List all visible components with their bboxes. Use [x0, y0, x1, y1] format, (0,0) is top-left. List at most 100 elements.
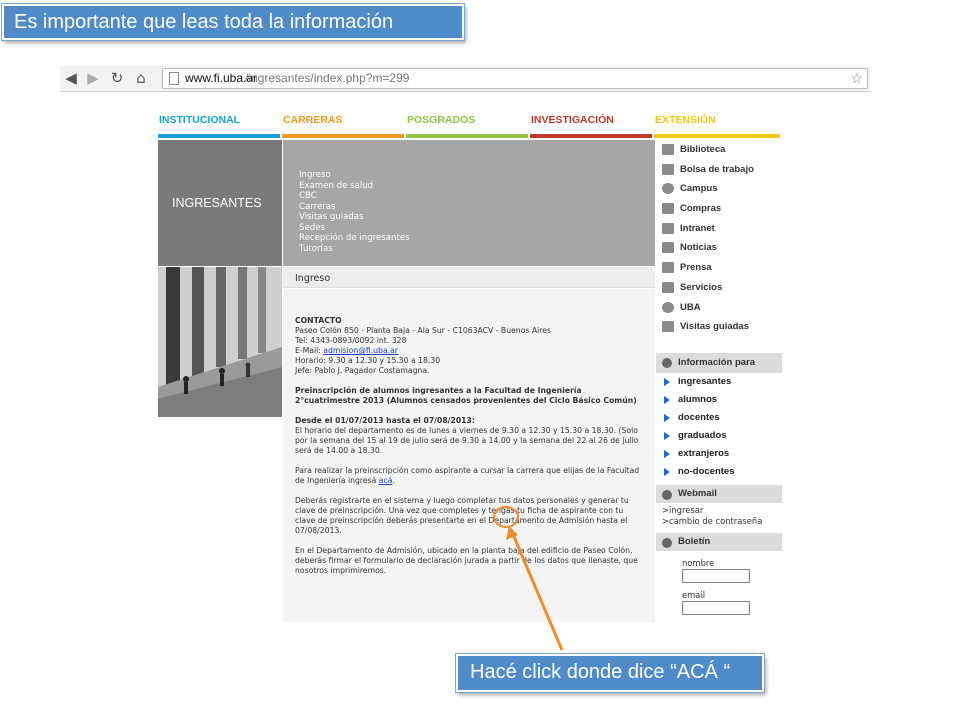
email-link[interactable]: admision@fi.uba.ar: [323, 346, 398, 355]
nav-bar: [158, 134, 280, 138]
right-sidebar: Biblioteca Bolsa de trabajo Campus Compr…: [656, 140, 782, 615]
news-icon: [662, 242, 674, 254]
nav-investigacion[interactable]: INVESTIGACIÓN: [530, 114, 652, 138]
nav-label: INSTITUCIONAL: [159, 114, 241, 126]
instruction-text: Hacé click donde dice “ACÁ “: [470, 661, 731, 683]
submenu-item[interactable]: Tutorías: [299, 244, 410, 255]
nav-institucional[interactable]: INSTITUCIONAL: [158, 114, 280, 138]
sidebar-link-servicios[interactable]: Servicios: [656, 278, 782, 298]
nombre-input[interactable]: [682, 568, 750, 583]
contacto-address: Paseo Colón 850 - Planta Baja - Ala Sur …: [295, 326, 551, 335]
submenu-item[interactable]: Recepción de ingresantes: [299, 233, 410, 244]
sidebar-link-label: Servicios: [680, 281, 723, 293]
bag-icon: [662, 203, 674, 215]
home-icon[interactable]: ⌂: [132, 69, 150, 87]
submenu-item[interactable]: Sedes: [299, 223, 410, 234]
webmail-title: Webmail: [678, 487, 717, 499]
arrow-right-icon: [664, 449, 670, 458]
info-link-ingresantes[interactable]: ingresantes: [656, 373, 782, 391]
info-title: Información para: [678, 356, 756, 368]
boletin-header: Boletín: [656, 532, 782, 551]
forward-icon[interactable]: ▶: [84, 69, 102, 87]
nav-label: POSGRADOS: [407, 114, 476, 126]
folder-icon: [662, 163, 674, 175]
nav-label: INVESTIGACIÓN: [531, 114, 614, 126]
sidebar-link-label: Noticias: [680, 242, 717, 254]
nav-extension[interactable]: EXTENSIÓN: [654, 114, 780, 138]
sidebar-link-label: Biblioteca: [680, 144, 726, 155]
books-icon: [662, 144, 674, 155]
registration-text: Deberás registrarte en el sistema y lueg…: [295, 496, 629, 535]
sidebar-link-biblioteca[interactable]: Biblioteca: [656, 140, 782, 160]
content-text: CONTACTO Paseo Colón 850 - Planta Baja -…: [295, 316, 640, 575]
refresh-icon: [662, 183, 674, 195]
info-link-extranjeros[interactable]: extranjeros: [656, 445, 782, 463]
sidebar-link-campus[interactable]: Campus: [656, 179, 782, 199]
nav-carreras[interactable]: CARRERAS: [282, 114, 404, 138]
contacto-head: Jefe: Pablo J. Pagador Costamagna.: [295, 366, 430, 375]
mail-icon: [662, 489, 672, 500]
sidebar-link-label: Bolsa de trabajo: [680, 163, 754, 175]
webmail-login-link[interactable]: >ingresar: [656, 505, 782, 516]
sidebar-link-compras[interactable]: Compras: [656, 199, 782, 219]
globe-icon: [662, 301, 674, 313]
submenu-item[interactable]: Carreras: [299, 202, 410, 213]
info-link-label: ingresantes: [678, 375, 732, 387]
email-label: E-Mail:: [295, 346, 324, 355]
submenu-item[interactable]: Visitas guiadas: [299, 212, 410, 223]
sidebar-link-label: Compras: [680, 203, 722, 215]
content-title: Ingreso: [283, 267, 655, 288]
webmail-password-link[interactable]: >cambio de contraseña: [656, 516, 782, 527]
arrow-right-icon: [664, 413, 670, 422]
reload-icon[interactable]: ↻: [108, 69, 126, 87]
star-icon[interactable]: ☆: [850, 69, 863, 88]
info-link-alumnos[interactable]: alumnos: [656, 391, 782, 409]
submenu-panel: Ingreso Examen de salud CBC Carreras Vis…: [283, 140, 655, 266]
section-banner: INGRESANTES: [158, 140, 282, 266]
arrow-right-icon: [664, 377, 670, 386]
sidebar-link-label: UBA: [680, 301, 701, 313]
address-bar[interactable]: www.fi.uba.ar /ingresantes/index.php?m=2…: [162, 68, 868, 89]
lock-icon: [662, 222, 674, 234]
building-photo: [158, 267, 282, 417]
info-link-no-docentes[interactable]: no-docentes: [656, 463, 782, 481]
submenu-item[interactable]: Examen de salud: [299, 181, 410, 192]
contacto-hours: Horario: 9.30 a 12.30 y 15.30 a 18.30: [295, 356, 441, 365]
sidebar-link-visitas[interactable]: Visitas guiadas: [656, 317, 782, 337]
info-link-label: alumnos: [678, 393, 718, 405]
wrench-icon: [662, 281, 674, 293]
nombre-label: nombre: [682, 557, 715, 568]
sidebar-link-noticias[interactable]: Noticias: [656, 238, 782, 258]
info-link-label: docentes: [678, 411, 720, 423]
info-header: Información para: [656, 352, 782, 373]
nav-bar: [406, 134, 528, 138]
nav-bar: [282, 134, 404, 138]
sidebar-link-bolsa[interactable]: Bolsa de trabajo: [656, 160, 782, 180]
webmail-header: Webmail: [656, 484, 782, 503]
submenu-item[interactable]: Ingreso: [299, 170, 410, 181]
sidebar-link-prensa[interactable]: Prensa: [656, 258, 782, 278]
sidebar-link-label: Intranet: [680, 222, 715, 234]
page-icon: [169, 72, 179, 85]
people-icon: [662, 321, 674, 333]
arrow-right-icon: [664, 431, 670, 440]
admission-text: En el Departamento de Admisión, ubicado …: [295, 546, 638, 575]
back-icon[interactable]: ◀: [62, 69, 80, 87]
info-link-docentes[interactable]: docentes: [656, 409, 782, 427]
sidebar-link-label: Campus: [680, 183, 718, 195]
instruction-callout-bottom: Hacé click donde dice “ACÁ “: [456, 654, 764, 692]
nav-posgrados[interactable]: POSGRADOS: [406, 114, 528, 138]
url-path: /ingresantes/index.php?m=299: [245, 71, 410, 85]
email-input[interactable]: [682, 600, 750, 615]
info-link-label: no-docentes: [678, 465, 735, 477]
sidebar-link-uba[interactable]: UBA: [656, 298, 782, 318]
info-link-label: graduados: [678, 429, 727, 441]
nav-bar: [654, 134, 780, 138]
info-link-graduados[interactable]: graduados: [656, 427, 782, 445]
preinscripcion-instructions: Para realizar la preinscripción como asp…: [295, 466, 640, 485]
aca-link[interactable]: acá: [379, 476, 393, 485]
contacto-phone: Tel: 4343-0893/0092 int. 328: [295, 336, 407, 345]
sidebar-link-intranet[interactable]: Intranet: [656, 219, 782, 239]
dates-text: El horario del departamento es de lunes …: [295, 426, 639, 455]
submenu-item[interactable]: CBC: [299, 191, 410, 202]
